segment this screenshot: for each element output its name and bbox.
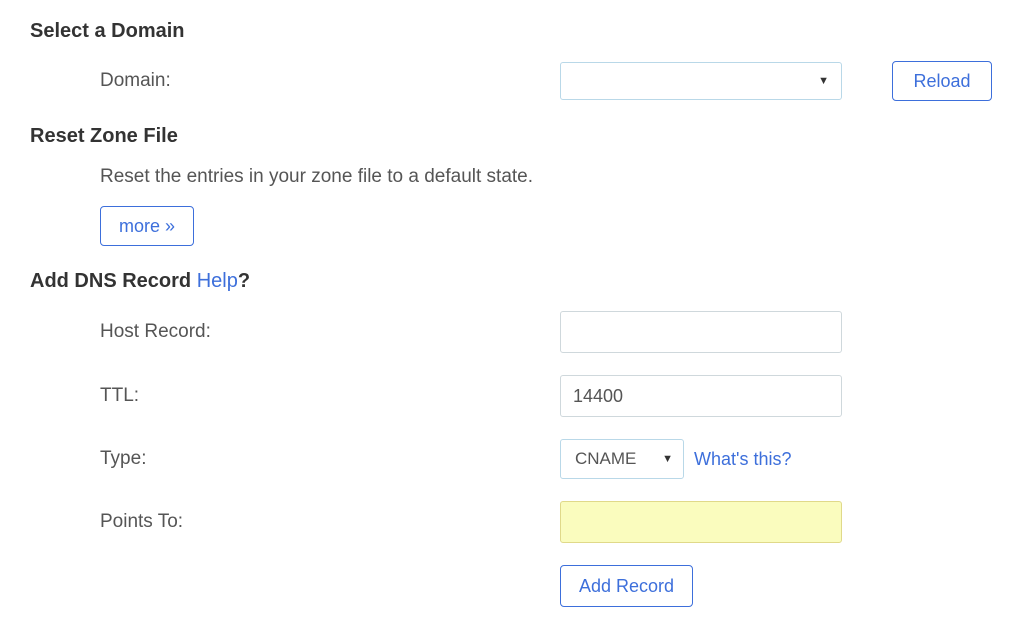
add-record-button[interactable]: Add Record [560,565,693,607]
reset-zone-heading: Reset Zone File [30,125,994,148]
points-to-label: Points To: [100,511,560,533]
chevron-down-icon: ▼ [818,75,829,87]
add-dns-heading: Add DNS Record Help? [30,270,994,293]
help-suffix: ? [238,270,250,292]
domain-label: Domain: [100,70,560,92]
host-record-label: Host Record: [100,321,560,343]
points-to-input[interactable] [560,501,842,543]
add-dns-title: Add DNS Record [30,270,197,292]
host-record-input[interactable] [560,311,842,353]
help-link[interactable]: Help [197,270,238,292]
type-select-value: CNAME [575,449,636,469]
reset-zone-description: Reset the entries in your zone file to a… [100,166,994,188]
domain-select[interactable]: ▼ [560,62,842,100]
type-select[interactable]: CNAME ▼ [560,439,684,479]
type-label: Type: [100,448,560,470]
ttl-label: TTL: [100,385,560,407]
select-domain-heading: Select a Domain [30,20,994,43]
chevron-down-icon: ▼ [662,453,673,465]
whats-this-link[interactable]: What's this? [694,449,791,470]
ttl-input[interactable] [560,375,842,417]
more-button[interactable]: more » [100,206,194,246]
reload-button[interactable]: Reload [892,61,992,101]
